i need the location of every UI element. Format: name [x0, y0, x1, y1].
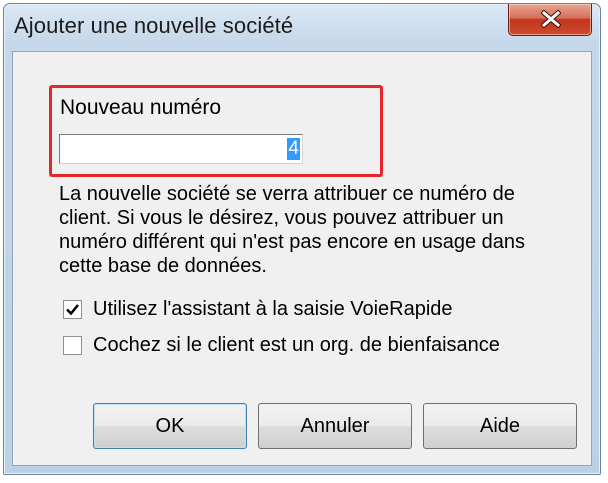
- title-bar[interactable]: Ajouter une nouvelle société: [4, 4, 600, 50]
- fastpath-checkbox-label: Utilisez l'assistant à la saisie VoieRap…: [93, 298, 453, 320]
- fastpath-checkbox[interactable]: [63, 300, 82, 319]
- close-button[interactable]: [508, 4, 592, 36]
- new-number-input[interactable]: 4: [59, 134, 303, 164]
- charity-checkbox[interactable]: [63, 336, 82, 355]
- info-text: La nouvelle société se verra attribuer c…: [59, 183, 525, 277]
- new-number-value: 4: [287, 138, 300, 160]
- dialog-window: Ajouter une nouvelle société Nouveau num…: [3, 3, 601, 475]
- check-icon: [66, 304, 79, 316]
- help-button[interactable]: Aide: [423, 403, 577, 449]
- new-number-label: Nouveau numéro: [60, 96, 222, 119]
- dialog-body: Nouveau numéro 4 La nouvelle société se …: [12, 51, 592, 466]
- charity-checkbox-label: Cochez si le client est un org. de bienf…: [93, 334, 500, 356]
- window-title: Ajouter une nouvelle société: [14, 13, 294, 38]
- ok-button[interactable]: OK: [93, 403, 247, 449]
- cancel-button[interactable]: Annuler: [258, 403, 412, 449]
